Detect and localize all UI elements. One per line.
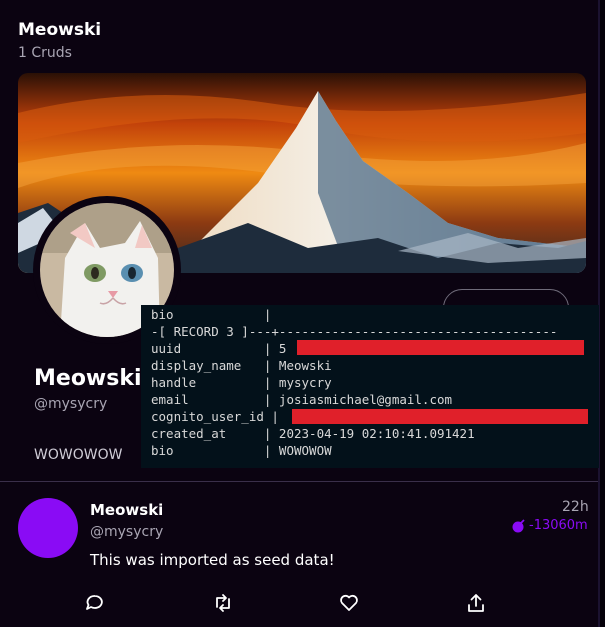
post-handle[interactable]: @mysycry [90,524,163,540]
terminal-line: cognito_user_id | [151,409,279,424]
terminal-line: uuid | 5 [151,341,287,356]
terminal-line: bio | WOWOWOW [151,443,332,458]
uuid-redaction-bar [297,340,584,355]
profile-handle: @mysycry [34,396,108,412]
reply-button[interactable] [84,592,106,614]
repost-button[interactable] [212,592,234,614]
bomb-icon [512,518,525,532]
reply-icon [86,595,103,610]
heart-icon [340,594,358,611]
terminal-line: display_name | Meowski [151,358,332,373]
terminal-line: email | josiasmichael@gmail.com [151,392,453,407]
header-crud-count: 1 Cruds [18,45,72,61]
like-button[interactable] [338,592,360,614]
share-icon [468,594,484,612]
page-edge [600,0,605,627]
post-display-name[interactable]: Meowski [90,501,163,519]
header-title: Meowski [18,20,102,40]
post-timestamp: 22h [562,499,589,515]
terminal-line: bio | [151,307,272,322]
profile-display-name: Meowski [34,366,142,391]
post-expiry: -13060m [510,518,588,533]
profile-bio: WOWOWOW [34,447,123,463]
repost-icon [216,594,230,612]
post-avatar[interactable] [18,498,78,558]
terminal-line: handle | mysycry [151,375,332,390]
terminal-line: created_at | 2023-04-19 02:10:41.091421 [151,426,475,441]
expiry-countdown: -13060m [529,518,588,533]
post-message: This was imported as seed data! [90,551,335,569]
psql-terminal-overlay: bio | -[ RECORD 3 ]---+-----------------… [141,305,599,468]
cognito-id-redaction-bar [292,409,588,424]
section-divider [0,481,598,482]
terminal-line: -[ RECORD 3 ]---+-----------------------… [151,324,558,339]
share-button[interactable] [465,592,487,614]
